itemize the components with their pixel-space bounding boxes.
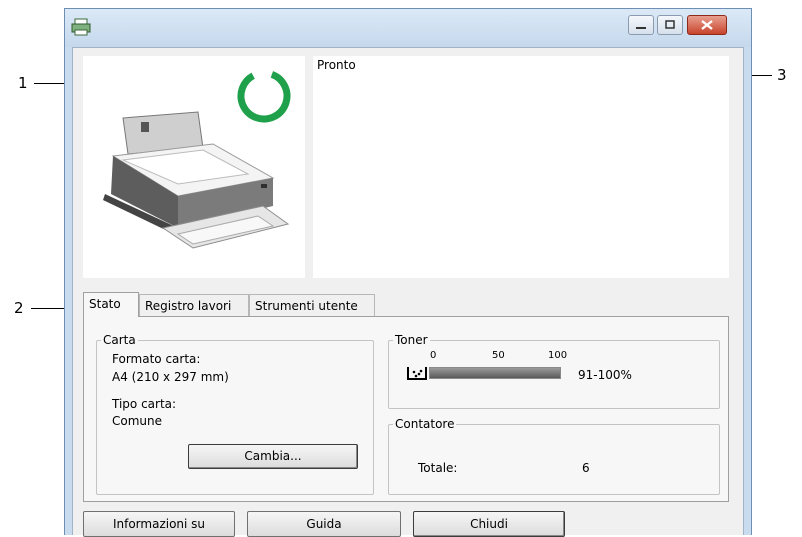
- printer-illustration: [103, 69, 291, 249]
- ready-status-ring: [237, 69, 291, 123]
- printer-image-panel: [83, 56, 305, 278]
- toner-level-text: 91-100%: [578, 368, 632, 382]
- tab-stato[interactable]: Stato: [83, 292, 139, 317]
- minimize-icon: [636, 27, 646, 29]
- toner-scale-0: 0: [430, 350, 437, 361]
- close-button[interactable]: Chiudi: [413, 511, 565, 537]
- close-window-button[interactable]: [687, 15, 727, 35]
- tab-label: Stato: [89, 297, 121, 311]
- toner-group-title: Toner: [395, 333, 428, 347]
- callout-1: 1: [18, 74, 28, 92]
- callout-2: 2: [14, 299, 24, 317]
- counter-total-label: Totale:: [418, 461, 458, 475]
- paper-group-title: Carta: [103, 333, 136, 347]
- tab-strumenti-utente[interactable]: Strumenti utente: [249, 294, 375, 316]
- help-button[interactable]: Guida: [247, 511, 401, 537]
- toner-cartridge-icon: [407, 367, 427, 380]
- tab-registro-lavori[interactable]: Registro lavori: [139, 294, 249, 316]
- printer-status-window: Pronto Stato Registro lavori Strumenti u…: [64, 8, 752, 537]
- toner-scale-100: 100: [548, 350, 568, 361]
- tab-label: Strumenti utente: [255, 299, 358, 313]
- close-icon: [701, 20, 713, 30]
- counter-group-title: Contatore: [395, 417, 455, 431]
- counter-total-value: 6: [582, 461, 590, 475]
- toner-scale-50: 50: [492, 350, 505, 361]
- status-message-panel: Pronto: [313, 56, 729, 278]
- maximize-icon: [665, 20, 675, 29]
- paper-size-value: A4 (210 x 297 mm): [112, 370, 229, 384]
- status-message: Pronto: [317, 58, 356, 72]
- printer-app-icon: [71, 18, 91, 36]
- tab-label: Registro lavori: [145, 299, 232, 313]
- change-paper-button[interactable]: Cambia...: [188, 444, 358, 469]
- title-bar[interactable]: [65, 9, 751, 47]
- paper-type-value: Comune: [112, 414, 163, 428]
- callout-3: 3: [777, 66, 787, 84]
- paper-size-label: Formato carta:: [112, 352, 201, 366]
- maximize-button[interactable]: [657, 15, 683, 35]
- counter-group: Contatore: [388, 417, 720, 495]
- tab-page-stato: Carta Formato carta: A4 (210 x 297 mm) T…: [83, 316, 729, 502]
- dialog-client-area: Pronto Stato Registro lavori Strumenti u…: [72, 47, 744, 537]
- paper-type-label: Tipo carta:: [112, 397, 177, 411]
- about-button[interactable]: Informazioni su: [83, 511, 235, 537]
- minimize-button[interactable]: [628, 15, 654, 35]
- toner-level-bar: [429, 367, 561, 379]
- toner-level-fill: [430, 368, 560, 378]
